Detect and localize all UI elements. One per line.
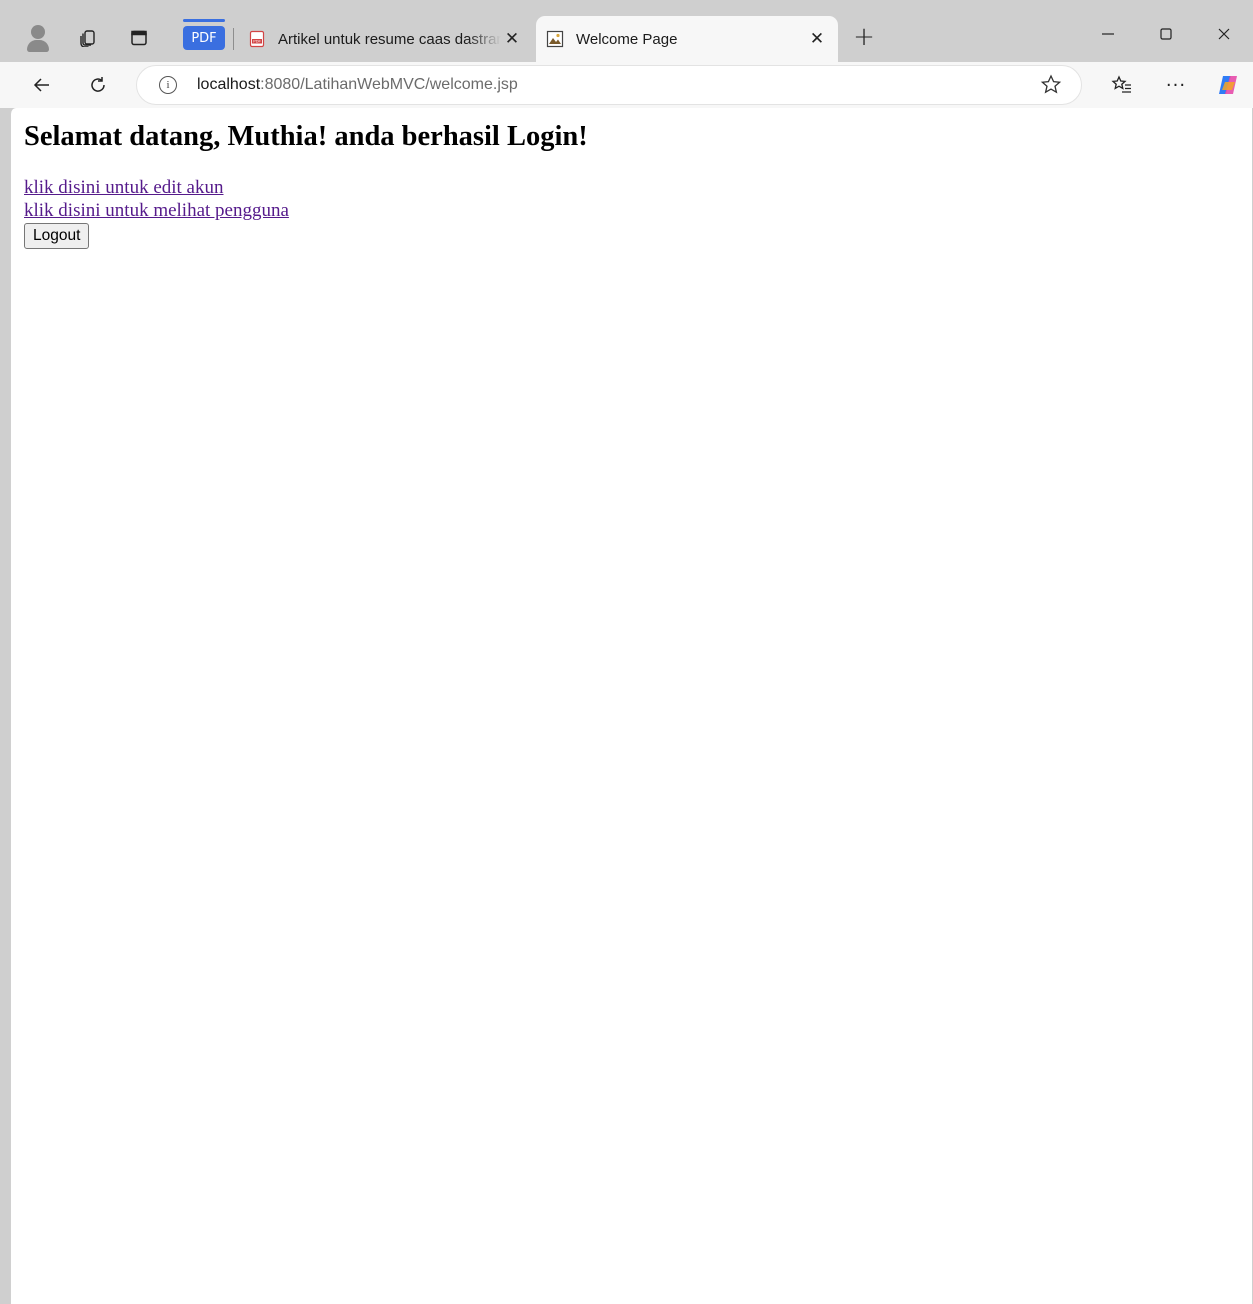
edit-account-link[interactable]: klik disini untuk edit akun [24,176,1239,199]
tab-welcome[interactable]: Welcome Page ✕ [536,16,838,62]
maximize-icon[interactable] [1146,18,1186,50]
page-title: Selamat datang, Muthia! anda berhasil Lo… [24,121,588,152]
minimize-icon[interactable] [1088,18,1128,50]
close-tab-icon[interactable]: ✕ [501,28,523,50]
info-icon[interactable]: i [159,76,177,94]
collections-icon[interactable] [72,22,104,54]
new-tab-button[interactable]: + [850,24,878,52]
url-text[interactable]: localhost:8080/LatihanWebMVC/welcome.jsp [197,76,518,94]
profile-icon[interactable] [22,22,54,54]
logout-button[interactable]: Logout [24,223,90,249]
favorites-icon[interactable] [1106,69,1138,101]
svg-text:PDF: PDF [253,40,261,44]
star-icon[interactable] [1039,73,1063,97]
pdf-file-icon: PDF [249,30,265,48]
tab-title: Welcome Page [576,30,678,48]
more-icon[interactable]: ··· [1160,69,1192,101]
close-tab-icon[interactable]: ✕ [806,28,828,50]
vertical-tabs-icon[interactable] [123,22,155,54]
tab-title: Artikel untuk resume caas dastrans [278,30,501,48]
reload-icon[interactable] [82,69,114,101]
url-host: localhost [197,76,261,93]
back-icon[interactable] [26,69,58,101]
copilot-icon[interactable] [1212,69,1244,101]
tab-divider [233,28,234,50]
image-icon [546,30,564,48]
view-users-link[interactable]: klik disini untuk melihat pengguna [24,199,1239,222]
url-path: :8080/LatihanWebMVC/welcome.jsp [260,76,518,93]
tab-strip: PDF PDF Artikel untuk resume caas dastra… [0,0,1253,62]
page-viewport: Selamat datang, Muthia! anda berhasil Lo… [10,108,1252,1304]
browser-toolbar: i localhost:8080/LatihanWebMVC/welcome.j… [0,62,1253,108]
page-body: Selamat datang, Muthia! anda berhasil Lo… [11,108,1252,262]
tab-artikel[interactable]: PDF Artikel untuk resume caas dastrans ✕ [238,16,533,62]
pdf-icon[interactable]: PDF [183,19,225,50]
close-icon[interactable] [1204,18,1244,50]
address-bar[interactable]: i localhost:8080/LatihanWebMVC/welcome.j… [136,65,1082,105]
